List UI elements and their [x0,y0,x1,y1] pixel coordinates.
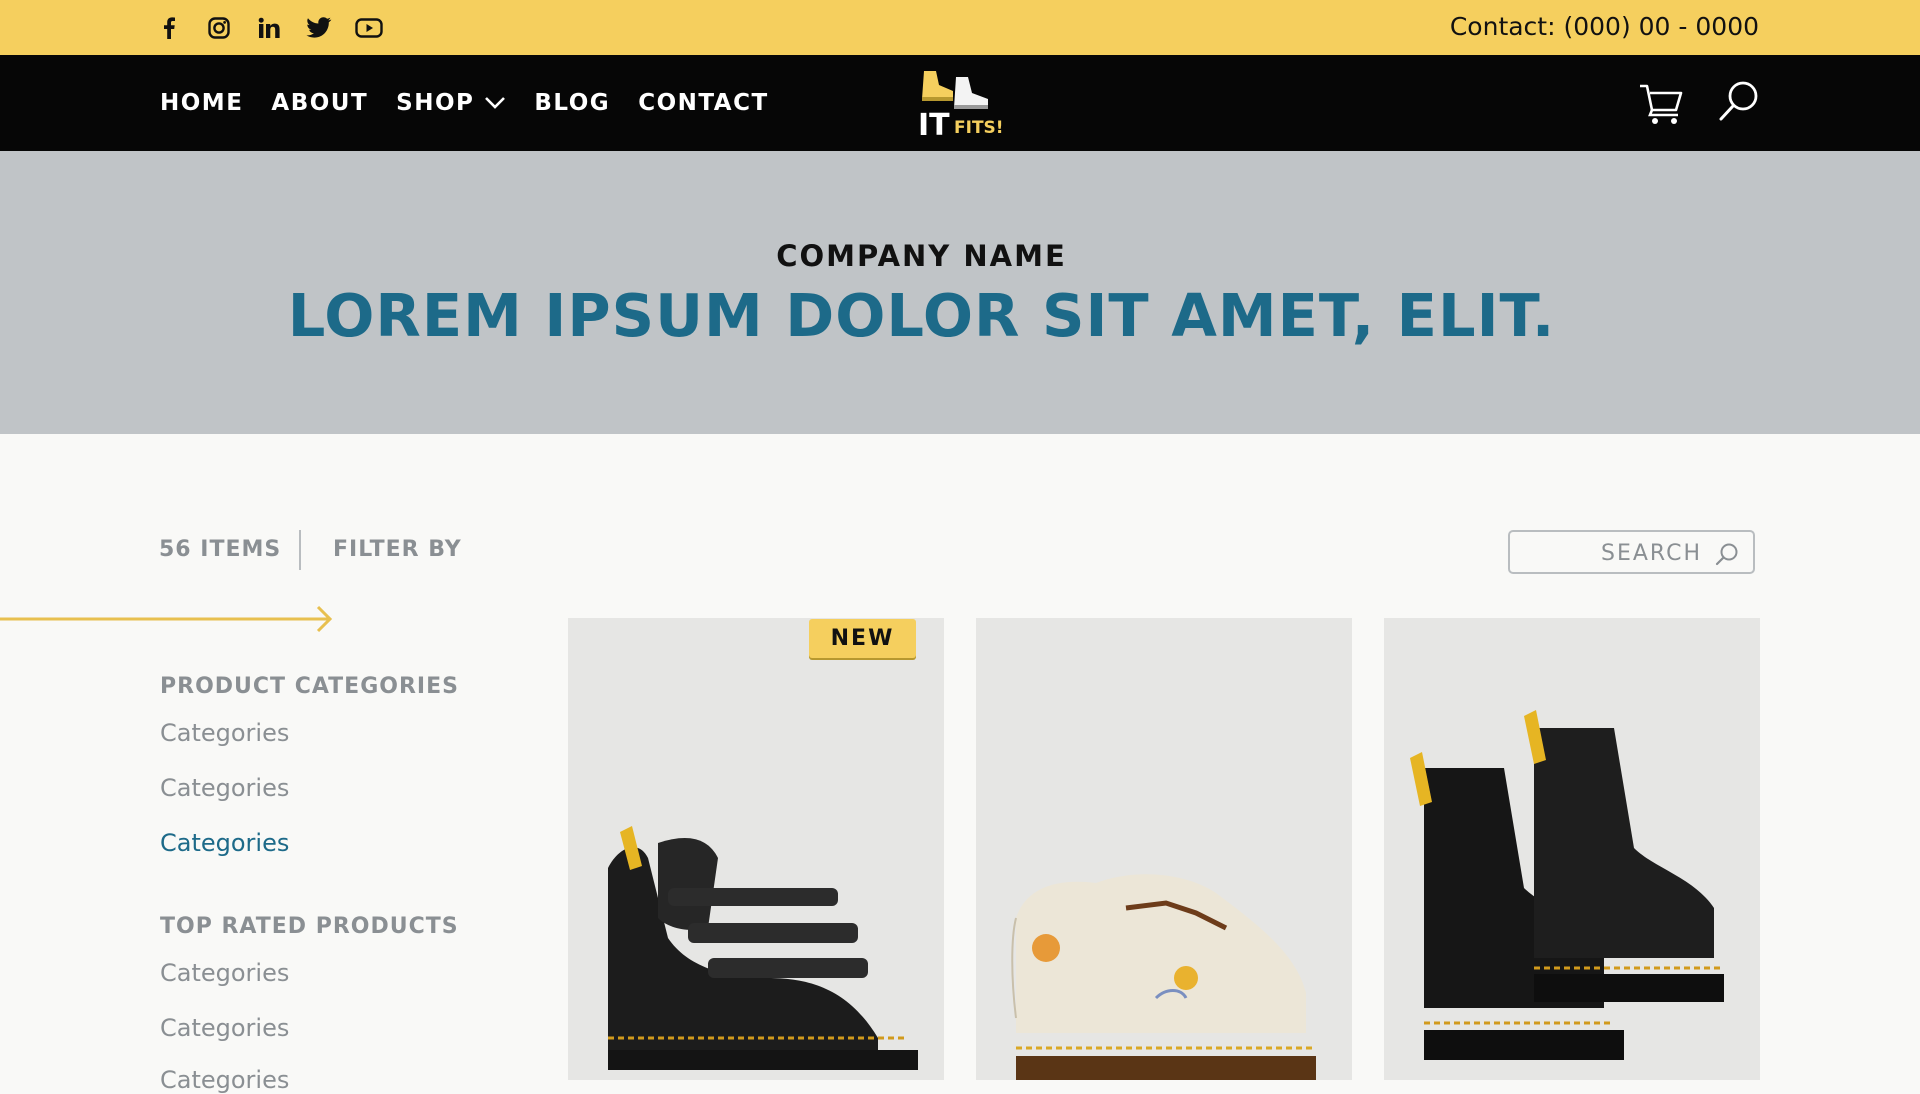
facebook-icon[interactable] [155,14,183,42]
sidebar-link[interactable]: Categories [160,1066,289,1094]
main-nav: HOME ABOUT SHOP BLOG CONTACT [160,90,769,116]
decorative-arrow [0,604,336,634]
nav-shop[interactable]: SHOP [396,90,506,116]
sidebar-link[interactable]: Categories [160,719,289,747]
product-image-sandal [608,826,918,1070]
nav-home[interactable]: HOME [160,90,243,116]
sidebar-heading-top-rated: TOP RATED PRODUCTS [160,914,459,939]
social-links [155,14,383,42]
cart-icon[interactable] [1638,80,1684,126]
new-badge: NEW [809,619,916,658]
product-card[interactable] [976,618,1352,1080]
nav-contact[interactable]: CONTACT [638,90,768,116]
search-icon[interactable] [1715,542,1739,566]
chevron-down-icon [484,90,506,116]
product-card[interactable] [1384,618,1760,1080]
product-image-floral-shoe [1011,874,1316,1080]
logo-fits: FITS! [954,118,1004,138]
sidebar-link[interactable]: Categories [160,1014,289,1042]
company-name: COMPANY NAME [776,239,1067,273]
nav-about[interactable]: ABOUT [271,90,368,116]
main-navbar: HOME ABOUT SHOP BLOG CONTACT IT FITS! [0,55,1920,151]
sidebar-link[interactable]: Categories [160,959,289,987]
nav-shop-label: SHOP [396,90,475,116]
sidebar-heading-product-categories: PRODUCT CATEGORIES [160,674,459,699]
brand-logo[interactable]: IT FITS! [912,67,1008,143]
product-card[interactable] [568,618,944,1080]
top-bar: Contact: (000) 00 - 0000 [0,0,1920,55]
nav-blog[interactable]: BLOG [534,90,610,116]
twitter-icon[interactable] [305,14,333,42]
search-icon[interactable] [1717,79,1761,123]
sidebar-link[interactable]: Categories [160,774,289,802]
sidebar-link-active[interactable]: Categories [160,829,289,857]
toolbar-divider [299,530,301,570]
hero-banner: COMPANY NAME LOREM IPSUM DOLOR SIT AMET,… [0,151,1920,434]
hero-headline: LOREM IPSUM DOLOR SIT AMET, ELIT. [287,281,1556,350]
items-count: 56 ITEMS [159,537,282,562]
filter-button[interactable]: FILTER BY [333,537,462,562]
product-search [1508,530,1755,574]
product-image-boots [1410,710,1724,1060]
search-input[interactable] [1520,538,1704,568]
logo-it: IT [918,108,950,139]
instagram-icon[interactable] [205,14,233,42]
linkedin-icon[interactable] [255,14,283,42]
contact-phone: Contact: (000) 00 - 0000 [1449,12,1759,41]
youtube-icon[interactable] [355,14,383,42]
